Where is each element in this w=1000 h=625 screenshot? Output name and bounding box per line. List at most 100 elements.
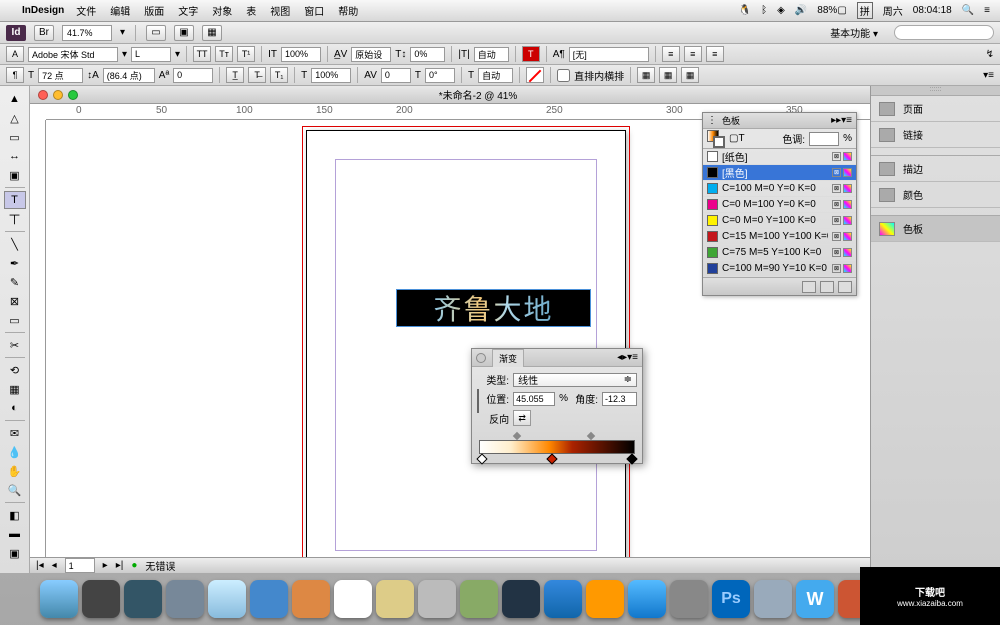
penguin-icon[interactable]: 🐧 [739, 5, 751, 16]
direct-selection-tool[interactable]: △ [4, 109, 26, 127]
preflight-label[interactable]: 无错误 [145, 558, 175, 573]
panel-menu-icon[interactable]: ▾≡ [841, 115, 852, 126]
smallcaps-icon[interactable]: Tᴛ [215, 46, 233, 62]
gradient-panel[interactable]: 渐变 ◂▸ ▾≡ 类型:线性≑ 位置: 45.055% 角度: [471, 348, 643, 464]
dropdown-icon[interactable]: ▾ [122, 49, 127, 60]
note-tool[interactable]: ✉ [4, 424, 26, 442]
app-name[interactable]: InDesign [22, 5, 64, 16]
mail-app[interactable] [250, 580, 288, 618]
para-mode-icon[interactable]: ¶ [6, 67, 24, 83]
auto1-field[interactable]: 自动 [474, 47, 509, 62]
line-tool[interactable]: ╲ [4, 235, 26, 253]
close-icon[interactable] [38, 90, 48, 100]
dock-pages[interactable]: 页面 [871, 96, 1000, 122]
grid-icon-2[interactable]: ▦ [659, 67, 677, 83]
zoom-field[interactable]: 41.7% [62, 25, 112, 41]
gap-tool[interactable]: ↔ [4, 147, 26, 165]
bluetooth-icon[interactable]: ᛒ [761, 5, 767, 16]
preflight-icon[interactable]: ● [131, 560, 137, 571]
app-4[interactable] [166, 580, 204, 618]
kerning-field[interactable]: 原始设 [351, 47, 391, 62]
delete-swatch-button[interactable] [838, 281, 852, 293]
settings-app[interactable] [670, 580, 708, 618]
maximize-icon[interactable] [68, 90, 78, 100]
type-tool[interactable]: T [4, 191, 26, 209]
free-transform-tool[interactable]: ⟲ [4, 361, 26, 379]
launchpad-app[interactable] [82, 580, 120, 618]
panel-header[interactable]: 渐变 ◂▸ ▾≡ [472, 349, 642, 367]
pencil-tool[interactable]: ✎ [4, 273, 26, 291]
fontsize-field[interactable]: 72 点 [38, 68, 83, 83]
gradient-midpoint[interactable] [587, 432, 595, 440]
menu-edit[interactable]: 编辑 [110, 3, 130, 18]
menu-window[interactable]: 窗口 [304, 3, 324, 18]
prev-page-icon[interactable]: ◂ [52, 560, 57, 571]
first-page-icon[interactable]: |◂ [36, 560, 44, 571]
gradient-stop-selected[interactable] [546, 453, 557, 464]
dock-color[interactable]: 颜色 [871, 182, 1000, 208]
page-field[interactable]: 1 [65, 558, 95, 573]
container-text-toggle[interactable]: ▢T [729, 133, 745, 144]
hscale-field[interactable]: 100% [281, 47, 321, 62]
gradient-midpoint[interactable] [513, 432, 521, 440]
panel-grip-icon[interactable]: ⋮ [707, 115, 717, 126]
swatch-row[interactable]: C=0 M=100 Y=0 K=0⊠ [703, 197, 856, 213]
swatches-tab[interactable]: 色板 [717, 113, 745, 128]
search-field[interactable] [894, 25, 994, 40]
notification-icon[interactable]: ≡ [984, 5, 990, 16]
next-page-icon[interactable]: ▸ [103, 560, 108, 571]
vscale-field[interactable]: 100% [311, 68, 351, 83]
panel-menu-icon[interactable]: ▾≡ [627, 352, 638, 363]
fill-stroke-proxy[interactable] [707, 130, 725, 148]
type-vertical-tool[interactable]: 丅 [4, 210, 26, 228]
swatch-row[interactable]: [黑色]⊠ [703, 165, 856, 181]
dock-swatches[interactable]: 色板 [871, 216, 1000, 242]
menu-object[interactable]: 对象 [212, 3, 232, 18]
swatch-row[interactable]: C=15 M=100 Y=100 K=0⊠ [703, 229, 856, 245]
ime-indicator[interactable]: 拼 [857, 2, 873, 19]
panel-collapse-icon[interactable]: ◂▸ [617, 352, 627, 363]
align-icon-2[interactable]: ≡ [684, 46, 702, 62]
contacts-app[interactable] [292, 580, 330, 618]
swatches-panel[interactable]: ⋮ 色板 ▸▸ ▾≡ ▢T 色调: % [纸色]⊠[黑色]⊠C=100 M=0 … [702, 112, 857, 296]
menu-help[interactable]: 帮助 [338, 3, 358, 18]
menu-file[interactable]: 文件 [76, 3, 96, 18]
menu-layout[interactable]: 版面 [144, 3, 164, 18]
reverse-button[interactable]: ⇄ [513, 410, 531, 426]
gradient-ramp[interactable] [479, 440, 635, 454]
preview-app[interactable] [418, 580, 456, 618]
battery-status[interactable]: 88%▢ [817, 5, 846, 16]
subscript-icon[interactable]: T₁ [270, 67, 288, 83]
mission-app[interactable] [124, 580, 162, 618]
fill-color-icon[interactable]: T [522, 46, 540, 62]
appstore-app[interactable] [628, 580, 666, 618]
selection-tool[interactable]: ▲ [4, 90, 26, 108]
text-frame[interactable]: 齐鲁大地 [396, 289, 591, 327]
scissors-tool[interactable]: ✂ [4, 336, 26, 354]
strike-icon[interactable]: T̶ [248, 67, 266, 83]
menu-type[interactable]: 文字 [178, 3, 198, 18]
grid-icon-1[interactable]: ▦ [637, 67, 655, 83]
gradient-swatch-tool[interactable]: ▦ [4, 380, 26, 398]
view-options-button[interactable]: ▭ [146, 25, 166, 41]
dock-stroke[interactable]: 描边 [871, 156, 1000, 182]
gradient-stop[interactable] [476, 453, 487, 464]
swatch-row[interactable]: C=100 M=0 Y=0 K=0⊠ [703, 181, 856, 197]
content-collector-tool[interactable]: ▣ [4, 166, 26, 184]
swatch-row[interactable]: C=100 M=90 Y=10 K=0⊠ [703, 261, 856, 277]
swatch-row[interactable]: C=75 M=5 Y=100 K=0⊠ [703, 245, 856, 261]
apply-color-tool[interactable]: ▬ [4, 525, 26, 543]
panel-close-icon[interactable] [476, 353, 486, 363]
clock[interactable]: 08:04:18 [913, 5, 952, 16]
fill-stroke-toggle[interactable]: ◧ [4, 506, 26, 524]
photoshop-app[interactable]: Ps [712, 580, 750, 618]
menu-table[interactable]: 表 [246, 3, 256, 18]
gradient-feather-tool[interactable]: ◐ [4, 399, 26, 417]
safari-app[interactable] [208, 580, 246, 618]
zoom-tool[interactable]: 🔍 [4, 481, 26, 499]
eyedropper-tool[interactable]: 💧 [4, 443, 26, 461]
hand-tool[interactable]: ✋ [4, 462, 26, 480]
notes-app[interactable] [376, 580, 414, 618]
tint-field[interactable] [809, 132, 839, 146]
charstyle-field[interactable]: [无] [569, 47, 649, 62]
